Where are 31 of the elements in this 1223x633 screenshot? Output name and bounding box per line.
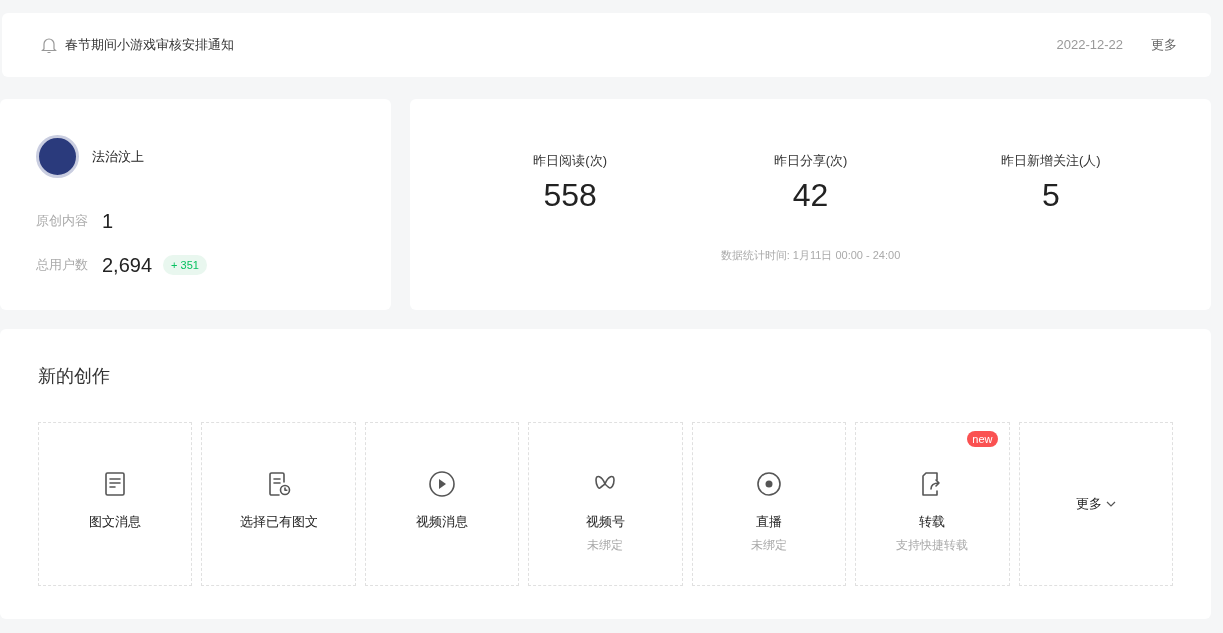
account-name: 法治汶上 <box>92 147 144 166</box>
stat-value: 1 <box>102 209 114 234</box>
more-label: 更多 <box>1075 495 1102 514</box>
metric-label: 昨日新增关注(人) <box>1001 152 1101 170</box>
notice-date: 2022-12-22 <box>1056 36 1123 55</box>
growth-badge: + 351 <box>163 254 207 276</box>
create-tile[interactable]: 直播 未绑定 <box>691 422 847 586</box>
chevron-down-icon <box>1105 501 1116 507</box>
record-icon <box>754 470 783 498</box>
avatar <box>36 135 79 178</box>
stat-value: 2,694 <box>102 253 153 278</box>
create-tile[interactable]: 图文消息 <box>38 422 193 586</box>
stat-label: 总用户数 <box>36 256 89 275</box>
stat-label: 原创内容 <box>36 212 89 231</box>
more-tile[interactable]: 更多 <box>1018 422 1173 586</box>
section-title: 新的创作 <box>38 366 110 386</box>
create-tile[interactable]: 视频消息 <box>364 422 520 586</box>
metric-label: 昨日分享(次) <box>773 152 848 170</box>
stats-time-note: 数据统计时间: 1月11日 00:00 - 24:00 <box>720 247 901 263</box>
bell-icon <box>40 36 58 54</box>
more-link[interactable]: 更多 <box>1151 35 1177 55</box>
create-tile[interactable]: 转载 支持快捷转载 new <box>855 422 1010 586</box>
metric-value: 558 <box>543 176 597 213</box>
metric-label: 昨日阅读(次) <box>533 152 607 170</box>
play-icon <box>428 470 457 498</box>
create-tile[interactable]: 选择已有图文 <box>201 422 356 586</box>
notice-title[interactable]: 春节期间小游戏审核安排通知 <box>65 35 234 55</box>
metric-value: 42 <box>792 176 829 213</box>
metric-value: 5 <box>1041 176 1060 213</box>
new-badge: new <box>967 431 998 447</box>
create-tile[interactable]: 视频号 未绑定 <box>528 422 683 586</box>
